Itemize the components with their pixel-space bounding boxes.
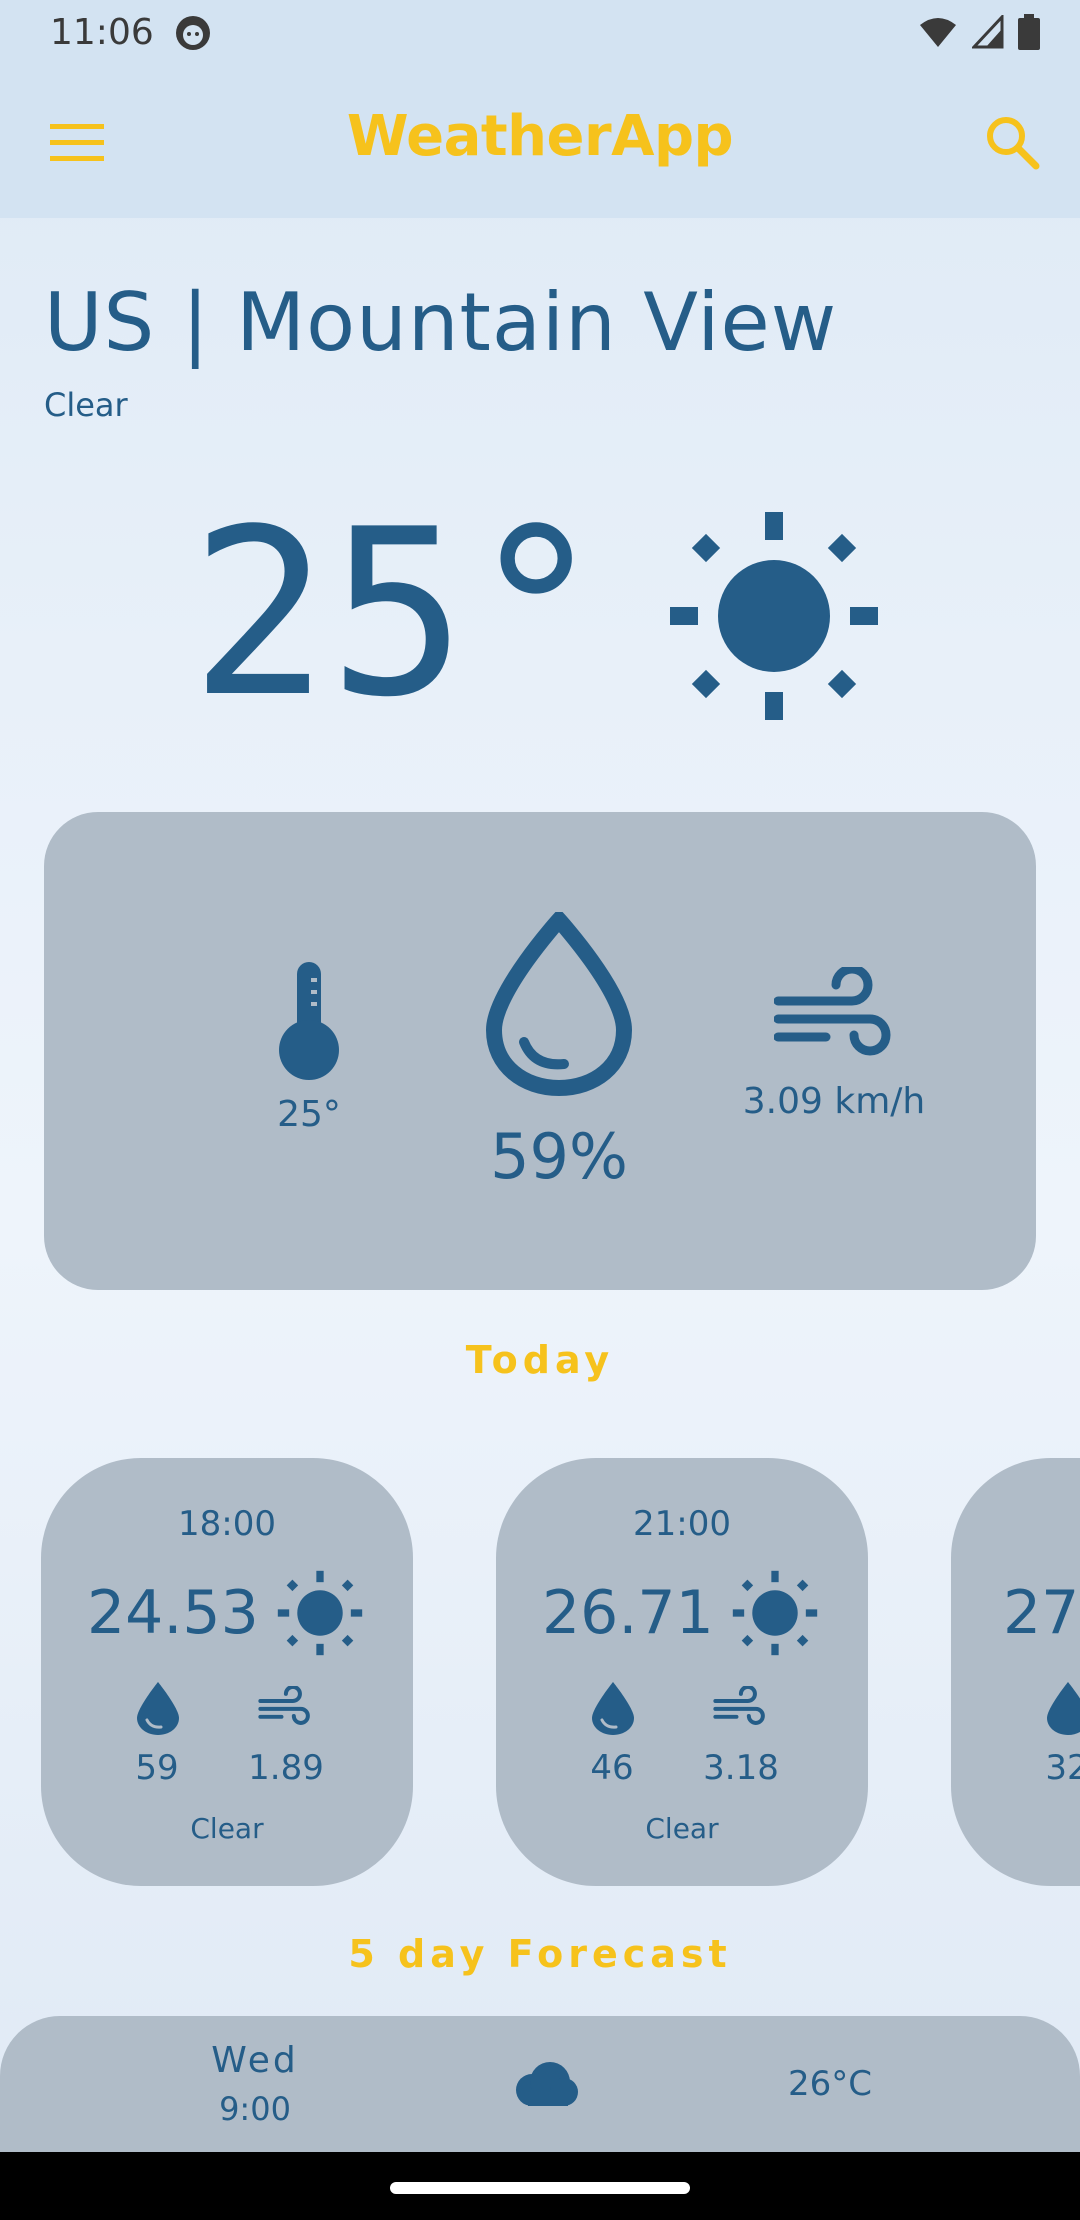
status-time: 11:06 <box>50 12 154 53</box>
app-bar: WeatherApp <box>0 66 1080 218</box>
current-temperature: 25° <box>190 481 606 748</box>
signal-icon <box>972 15 1004 49</box>
current-condition: Clear <box>44 386 128 424</box>
sun-icon <box>670 512 878 720</box>
wind-stat: 3.09 km/h <box>684 964 984 1122</box>
hourly-card[interactable]: 21:00 26.71 46 3.18 Clear <box>496 1458 868 1886</box>
hour-condition: Clear <box>190 1812 264 1845</box>
hour-time: 18:00 <box>178 1504 276 1544</box>
humidity-stat: 59% <box>434 908 684 1193</box>
location-title: US | Mountain View <box>44 276 838 369</box>
forecast-day: Wed <box>211 2040 299 2081</box>
cloud-icon <box>516 2062 578 2106</box>
today-title: Today <box>465 1338 615 1382</box>
wind-icon <box>713 1686 765 1725</box>
water-drop-icon <box>1047 1682 1080 1735</box>
hourly-forecast-list[interactable]: 18:00 24.53 59 1.89 Clear 21:00 26.71 46… <box>0 1458 1080 1888</box>
water-drop-icon <box>137 1682 179 1735</box>
hourly-card[interactable]: 27. 32 <box>951 1458 1080 1886</box>
search-icon[interactable] <box>984 114 1040 170</box>
hourly-card[interactable]: 18:00 24.53 59 1.89 Clear <box>41 1458 413 1886</box>
wifi-icon <box>920 18 956 47</box>
water-drop-icon <box>592 1682 634 1735</box>
forecast-title: 5 day Forecast <box>348 1932 732 1976</box>
temperature-stat: 25° <box>224 962 394 1135</box>
home-gesture-handle[interactable] <box>390 2182 690 2194</box>
wind-icon <box>258 1686 310 1725</box>
hour-time: 21:00 <box>633 1504 731 1544</box>
hour-condition: Clear <box>645 1812 719 1845</box>
thermometer-icon <box>279 962 339 1080</box>
current-stats-card: 25° 59% 3.09 km/h <box>44 812 1036 1290</box>
feels-temperature: 25° <box>277 1094 341 1135</box>
hour-wind-speed: 3.18 <box>703 1748 779 1788</box>
water-drop-icon <box>485 908 633 1097</box>
hour-temperature: 26.71 <box>542 1578 714 1648</box>
hour-wind-speed: 1.89 <box>248 1748 324 1788</box>
sun-icon <box>732 1570 818 1656</box>
hour-humidity: 46 <box>590 1748 634 1788</box>
hour-humidity: 59 <box>135 1748 179 1788</box>
hour-humidity: 32 <box>1045 1748 1080 1788</box>
status-icons <box>918 14 1040 50</box>
system-nav-bar <box>0 2152 1080 2220</box>
humidity-value: 59% <box>490 1120 628 1193</box>
status-bar: 11:06 <box>0 0 1080 66</box>
notification-icon <box>176 16 210 50</box>
wind-icon <box>773 964 891 1056</box>
app-title: WeatherApp <box>346 104 734 169</box>
forecast-temperature: 26°C <box>787 2064 872 2104</box>
hour-temperature: 27. <box>1003 1578 1080 1648</box>
battery-icon <box>1018 14 1040 50</box>
forecast-time: 9:00 <box>219 2090 291 2128</box>
hour-temperature: 24.53 <box>87 1578 259 1648</box>
sun-icon <box>277 1570 363 1656</box>
wind-speed: 3.09 km/h <box>742 1081 926 1122</box>
